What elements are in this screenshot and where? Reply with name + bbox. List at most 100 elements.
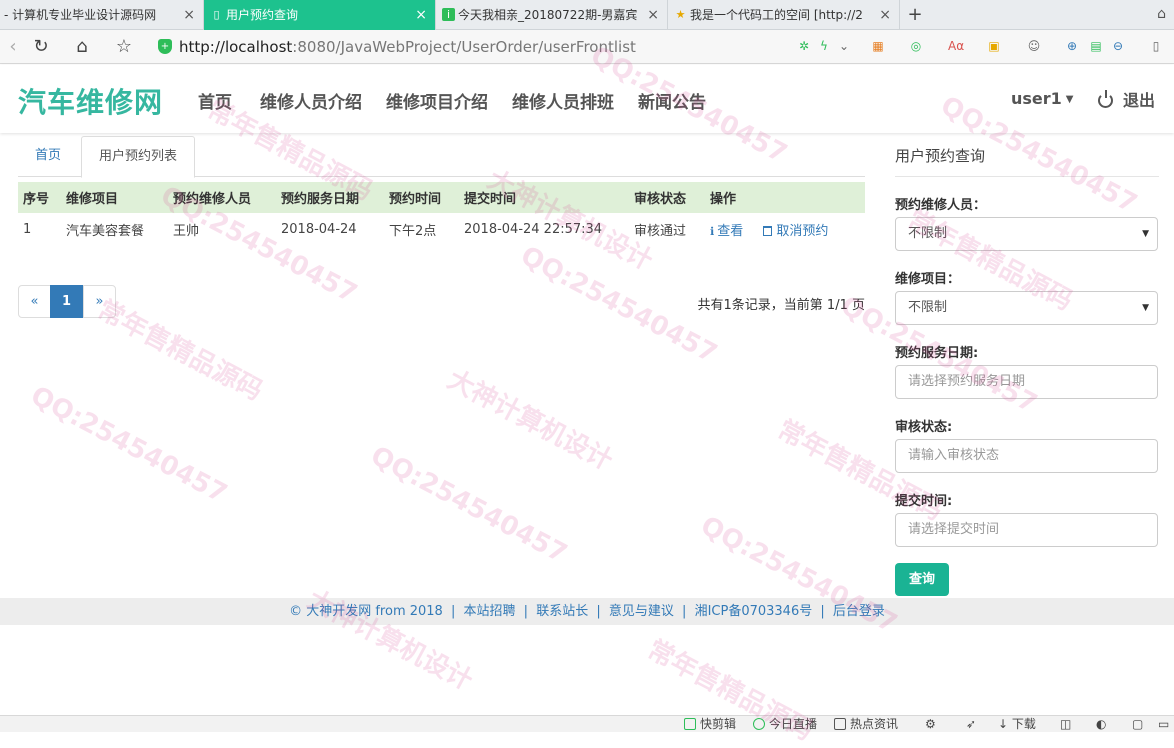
close-icon[interactable]: ×: [415, 0, 427, 30]
breadcrumb-home[interactable]: 首页: [18, 136, 78, 177]
caret-down-icon: ▼: [1142, 229, 1149, 239]
footer-link-contact[interactable]: 联系站长: [536, 604, 588, 619]
prev-page-button[interactable]: «: [18, 285, 51, 318]
caret-down-icon: ▼: [1142, 303, 1149, 313]
col-status: 审核状态: [629, 182, 705, 213]
status-item-live[interactable]: 今日直播: [753, 717, 817, 732]
view-button[interactable]: ℹ 查看: [710, 224, 743, 239]
cell-submit-time: 2018-04-24 22:57:34: [464, 221, 603, 237]
settings-icon[interactable]: ⚙: [925, 717, 936, 732]
status-item-news[interactable]: 热点资讯: [834, 717, 898, 732]
new-tab-button[interactable]: +: [905, 0, 925, 30]
footer-link-jobs[interactable]: 本站招聘: [464, 604, 516, 619]
back-icon[interactable]: ‹: [1, 35, 25, 59]
logout-label: 退出: [1123, 91, 1156, 110]
reader-icon[interactable]: ▤: [1088, 38, 1104, 54]
shirt-icon[interactable]: ⌂: [1157, 6, 1166, 22]
gear-icon[interactable]: ✲: [796, 38, 812, 54]
window-icon[interactable]: ◫: [1060, 717, 1071, 732]
service-date-input[interactable]: 请选择预约服务日期: [895, 365, 1158, 399]
breadcrumb: 首页 用户预约列表: [18, 136, 865, 178]
font-icon[interactable]: Aα: [948, 38, 964, 54]
lightning-icon[interactable]: ϟ: [816, 38, 832, 54]
bookmark-star-icon[interactable]: ☆: [112, 35, 136, 59]
speaker-icon[interactable]: ◐: [1096, 717, 1106, 732]
browser-tab-bar: - 计算机专业毕业设计源码网 × ▯ 用户预约查询 × i 今天我相亲_2018…: [0, 0, 1174, 30]
nav-item-home[interactable]: 首页: [198, 88, 232, 113]
url-field[interactable]: + http://localhost:8080/JavaWebProject/U…: [152, 34, 852, 60]
submit-time-label: 提交时间:: [895, 494, 953, 509]
page-button-current[interactable]: 1: [50, 285, 83, 318]
footer-link-feedback[interactable]: 意见与建议: [609, 604, 674, 619]
page-icon: ▯: [213, 8, 220, 21]
chevron-down-icon[interactable]: ⌄: [836, 38, 852, 54]
table-header-row: 序号 维修项目 预约维修人员 预约服务日期 预约时间 提交时间 审核状态 操作: [18, 182, 865, 213]
minus-circle-icon[interactable]: ⊖: [1110, 38, 1126, 54]
breadcrumb-current[interactable]: 用户预约列表: [81, 136, 195, 178]
download-icon: ↓: [998, 717, 1012, 731]
phone-icon[interactable]: ▯: [1148, 38, 1164, 54]
logout-button[interactable]: 退出: [1098, 87, 1155, 111]
browser-tab-blog[interactable]: ★ 我是一个代码工的空间 [http://2 ×: [668, 0, 900, 30]
nav-item-staff[interactable]: 维修人员介绍: [260, 88, 362, 113]
cell-staff: 王帅: [173, 223, 200, 239]
item-select-value: 不限制: [908, 300, 948, 315]
status-item-download[interactable]: ↓ 下载: [998, 717, 1036, 732]
cell-service-date: 2018-04-24: [281, 221, 357, 237]
col-service-date: 预约服务日期: [276, 182, 384, 213]
next-page-button[interactable]: »: [83, 285, 116, 318]
user-menu[interactable]: user1 ▼: [1011, 89, 1074, 108]
nav-item-schedule[interactable]: 维修人员排班: [512, 88, 614, 113]
status-label: 热点资讯: [850, 717, 899, 731]
nav-item-projects[interactable]: 维修项目介绍: [386, 88, 488, 113]
zoom-icon[interactable]: ⊕: [1064, 38, 1080, 54]
translate-icon[interactable]: ◎: [908, 38, 924, 54]
nav-item-news[interactable]: 新闻公告: [638, 88, 706, 113]
browser-address-bar: ‹ ↻ ⌂ ☆ + http://localhost:8080/JavaWebP…: [0, 30, 1174, 64]
staff-select[interactable]: 不限制 ▼: [895, 217, 1158, 251]
cell-status: 审核通过: [634, 223, 687, 239]
rocket-icon[interactable]: ➶: [966, 717, 976, 732]
status-input[interactable]: 请输入审核状态: [895, 439, 1158, 473]
search-button[interactable]: 查询: [895, 563, 949, 596]
browser-tab-video[interactable]: i 今天我相亲_20180722期-男嘉宾 ×: [436, 0, 668, 30]
footer-link-icp[interactable]: 湘ICP备0703346号: [695, 604, 813, 619]
close-icon[interactable]: ×: [183, 0, 195, 30]
record-count: 共有1条记录，当前第 1/1 页: [697, 298, 865, 313]
submit-time-input[interactable]: 请选择提交时间: [895, 513, 1158, 547]
tab-title: - 计算机专业毕业设计源码网: [4, 8, 157, 22]
status-label: 下载: [1011, 717, 1036, 731]
game-icon[interactable]: ☺: [1026, 38, 1042, 54]
staff-label: 预约维修人员：: [895, 198, 987, 213]
username: user1: [1011, 89, 1062, 108]
staff-select-value: 不限制: [908, 226, 948, 241]
reload-icon[interactable]: ↻: [29, 35, 53, 59]
home-icon[interactable]: ⌂: [70, 35, 94, 59]
info-icon: ℹ: [710, 224, 715, 238]
site-logo[interactable]: 汽车维修网: [18, 81, 163, 121]
restore-icon[interactable]: ▢: [1132, 717, 1143, 732]
news-icon: [834, 718, 846, 730]
status-item-clip[interactable]: 快剪辑: [684, 717, 736, 732]
close-icon[interactable]: ×: [879, 0, 891, 30]
footer-copyright[interactable]: © 大神开发网 from 2018: [289, 604, 443, 619]
status-label: 今日直播: [769, 717, 818, 731]
zoom-level-icon[interactable]: ▭: [1158, 717, 1169, 732]
service-date-label: 预约服务日期:: [895, 346, 979, 361]
item-select[interactable]: 不限制 ▼: [895, 291, 1158, 325]
tab-title: 用户预约查询: [226, 8, 299, 22]
footer-separator: |: [682, 604, 687, 619]
status-label: 审核状态:: [895, 420, 953, 435]
screenshot-icon[interactable]: ▣: [986, 38, 1002, 54]
extension-toolbar: ✲ ϟ ⌄ ▦ ◎ Aα ▣ ☺ ⊕ ▤ ⊖ ▯: [796, 38, 1159, 56]
col-submit-time: 提交时间: [459, 182, 629, 213]
browser-tab-source-site[interactable]: - 计算机专业毕业设计源码网 ×: [0, 0, 204, 30]
close-icon[interactable]: ×: [647, 0, 659, 30]
cell-actions: ℹ 查看 取消预约: [705, 213, 865, 245]
browser-tab-active[interactable]: ▯ 用户预约查询 ×: [204, 0, 436, 30]
apps-icon[interactable]: ▦: [870, 38, 886, 54]
cancel-order-button[interactable]: 取消预约: [763, 224, 828, 239]
footer-link-admin-login[interactable]: 后台登录: [833, 604, 885, 619]
col-index: 序号: [18, 182, 61, 213]
col-staff: 预约维修人员: [168, 182, 276, 213]
